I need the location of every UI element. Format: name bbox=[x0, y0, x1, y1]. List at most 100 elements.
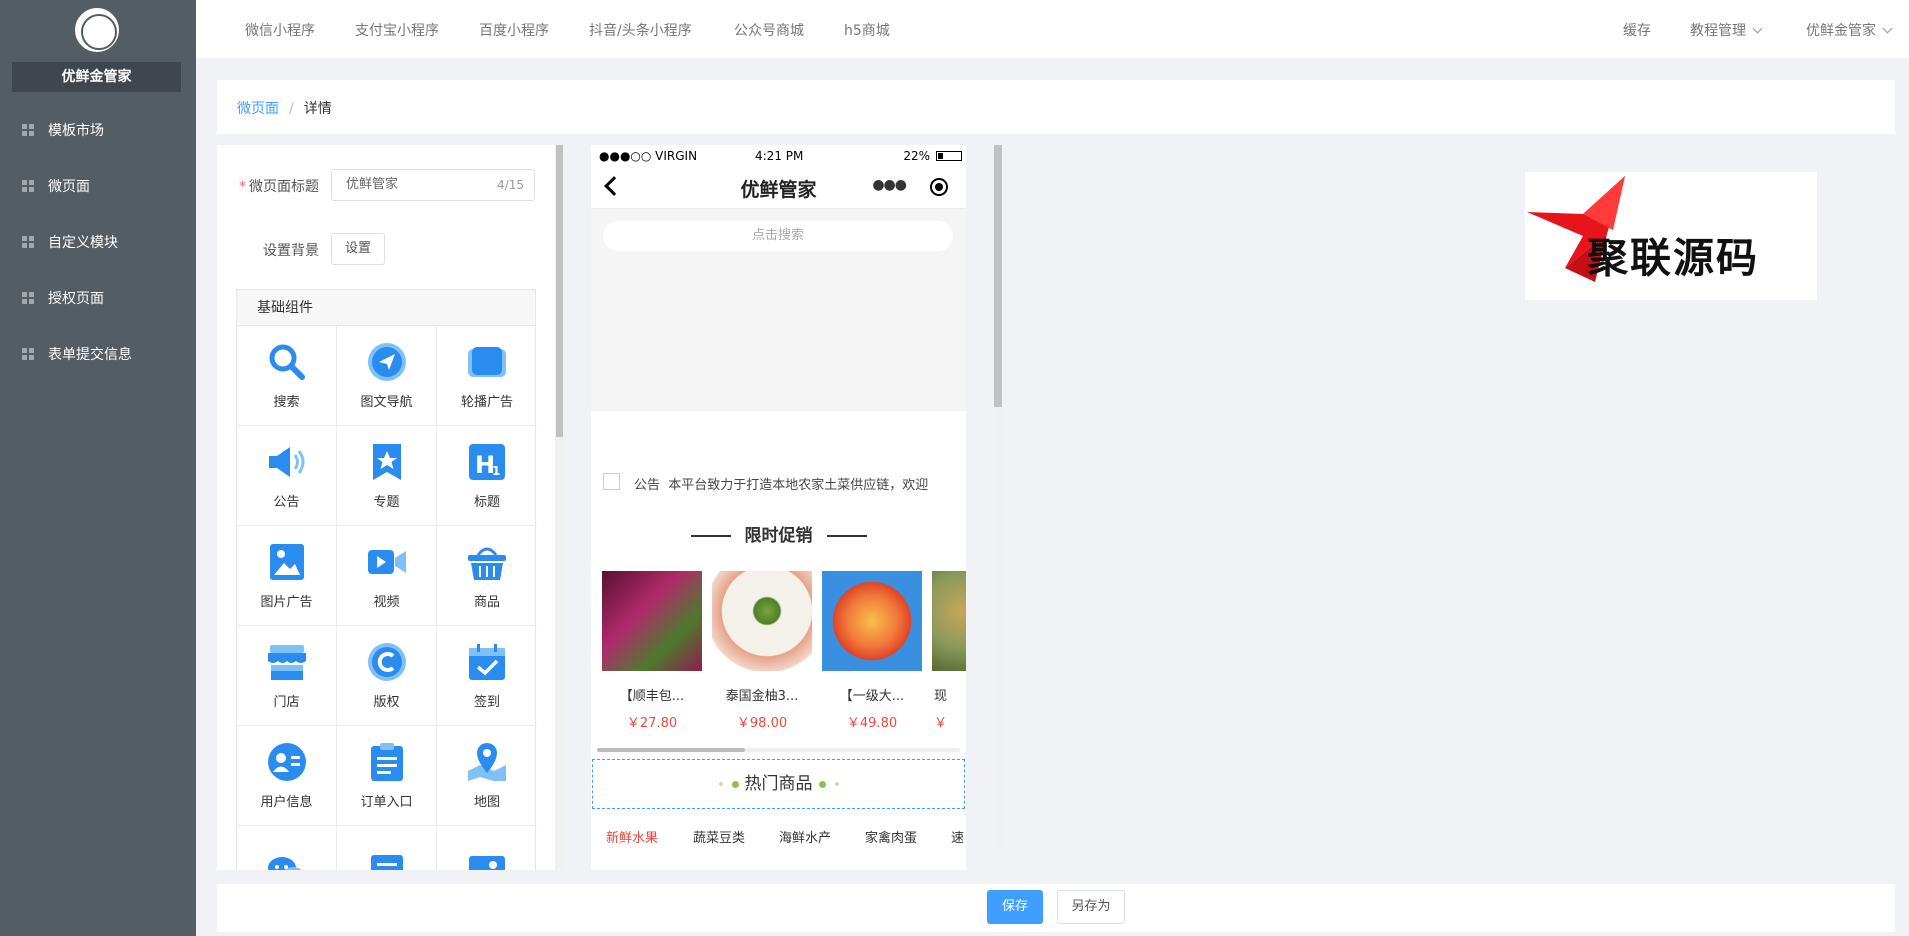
component-image-ad[interactable]: 图片广告 bbox=[237, 526, 337, 626]
component-document[interactable] bbox=[337, 826, 437, 870]
component-label: 图片广告 bbox=[260, 595, 313, 610]
component-notice[interactable]: 公告 bbox=[237, 426, 337, 526]
carousel-placeholder[interactable] bbox=[591, 263, 966, 411]
component-label: 公告 bbox=[273, 495, 300, 510]
set-background-button[interactable]: 设置 bbox=[331, 233, 385, 265]
component-label: 专题 bbox=[373, 495, 400, 510]
category-tab[interactable]: 速 bbox=[951, 827, 964, 846]
sidebar-item-auth-page[interactable]: 授权页面 bbox=[0, 270, 196, 326]
component-copyright[interactable]: 版权 bbox=[337, 626, 437, 726]
component-label: 签到 bbox=[473, 695, 500, 710]
user-menu-label: 优鲜金管家 bbox=[1806, 23, 1876, 39]
status-time: 4:21 PM bbox=[755, 149, 804, 163]
goods-horizontal-scrollbar[interactable] bbox=[597, 748, 960, 752]
goods-card[interactable]: 现 ￥ bbox=[932, 571, 966, 731]
sidebar-item-label: 授权页面 bbox=[48, 291, 104, 307]
page-title-counter: 4/15 bbox=[497, 178, 524, 192]
goods-name: 【顺丰包... bbox=[619, 689, 685, 704]
component-chat[interactable] bbox=[237, 826, 337, 870]
phone-search-area: 点击搜索 bbox=[591, 209, 966, 263]
basic-components: 基础组件 搜索 图文导航 轮播广告 公告 专题 H 1 标题 图片广告 视频 商… bbox=[236, 289, 537, 870]
component-goods[interactable]: 商品 bbox=[437, 526, 537, 626]
chevron-down-icon bbox=[1752, 23, 1763, 34]
component-video[interactable]: 视频 bbox=[337, 526, 437, 626]
category-tab[interactable]: 蔬菜豆类 bbox=[693, 827, 745, 846]
goods-card[interactable]: 泰国金柚3... ￥98.00 bbox=[712, 571, 812, 731]
carrier: ●●●○○ VIRGIN bbox=[599, 149, 698, 163]
hot-goods-title: 热门商品 bbox=[744, 774, 813, 794]
tab-official-account-mall[interactable]: 公众号商城 bbox=[734, 20, 804, 40]
goods-price: ￥98.00 bbox=[736, 716, 788, 731]
phone-page-title: 优鲜管家 bbox=[740, 179, 817, 201]
component-label: 标题 bbox=[473, 495, 500, 510]
star-icon bbox=[372, 444, 401, 480]
save-button[interactable]: 保存 bbox=[987, 890, 1043, 924]
component-order-entry[interactable]: 订单入口 bbox=[337, 726, 437, 826]
category-tab[interactable]: 家禽肉蛋 bbox=[865, 827, 917, 846]
save-as-button[interactable]: 另存为 bbox=[1057, 890, 1125, 924]
component-carousel[interactable]: 轮播广告 bbox=[437, 326, 537, 426]
tutorial-menu-label: 教程管理 bbox=[1690, 23, 1746, 39]
panel-scrollbar-thumb[interactable] bbox=[556, 145, 563, 437]
sidebar-item-micro-page[interactable]: 微页面 bbox=[0, 158, 196, 214]
goods-card[interactable]: 【顺丰包... ￥27.80 bbox=[602, 571, 702, 731]
basket-icon bbox=[468, 547, 506, 580]
component-store[interactable]: 门店 bbox=[237, 626, 337, 726]
tab-wechat-miniapp[interactable]: 微信小程序 bbox=[245, 20, 315, 40]
goods-card[interactable]: 【一级大... ￥49.80 bbox=[822, 571, 922, 731]
component-picture[interactable] bbox=[437, 826, 537, 870]
component-image-nav[interactable]: 图文导航 bbox=[337, 326, 437, 426]
more-icon[interactable]: ●●● bbox=[872, 177, 907, 193]
tab-h5-mall[interactable]: h5商城 bbox=[844, 20, 890, 40]
background-label: 设置背景 bbox=[263, 243, 319, 259]
component-grid: 搜索 图文导航 轮播广告 公告 专题 H1 标题 图片广告 视频 商品 门店 版… bbox=[237, 326, 537, 870]
category-tab[interactable]: 新鲜水果 bbox=[606, 827, 658, 846]
svg-text:1: 1 bbox=[492, 464, 500, 478]
goods-price: ￥ bbox=[934, 716, 948, 731]
calendar-check-icon bbox=[469, 644, 505, 680]
component-checkin[interactable]: 签到 bbox=[437, 626, 537, 726]
sidebar-item-custom-module[interactable]: 自定义模块 bbox=[0, 214, 196, 270]
tab-baidu-miniapp[interactable]: 百度小程序 bbox=[479, 20, 549, 40]
sidebar-item-label: 模板市场 bbox=[48, 123, 104, 139]
top-navigation: 微信小程序 支付宝小程序 百度小程序 抖音/头条小程序 公众号商城 h5商城 缓… bbox=[196, 0, 1909, 58]
phone-search-input[interactable]: 点击搜索 bbox=[603, 221, 953, 251]
preview-scrollbar[interactable] bbox=[994, 145, 1002, 850]
phone-nav-bar: 优鲜管家 ●●● bbox=[591, 167, 966, 209]
user-menu[interactable]: 优鲜金管家 bbox=[1806, 20, 1893, 40]
tutorial-menu[interactable]: 教程管理 bbox=[1690, 20, 1763, 40]
close-capsule-icon[interactable] bbox=[930, 178, 948, 196]
heading-icon: H1 bbox=[469, 444, 505, 480]
notice-bar[interactable]: 公告 本平台致力于打造本地农家土菜供应链，欢迎 bbox=[591, 467, 966, 497]
copyright-icon bbox=[367, 643, 406, 681]
app-logo bbox=[75, 8, 119, 52]
page-title-input[interactable]: 优鲜管家 4/15 bbox=[331, 169, 535, 201]
speaker-icon bbox=[268, 447, 304, 477]
grid-icon bbox=[22, 236, 34, 248]
map-pin-icon bbox=[468, 743, 506, 781]
sidebar-item-template-market[interactable]: 模板市场 bbox=[0, 102, 196, 158]
cache-link[interactable]: 缓存 bbox=[1623, 20, 1651, 40]
search-icon bbox=[269, 344, 305, 380]
component-user-info[interactable]: 用户信息 bbox=[237, 726, 337, 826]
document-icon bbox=[370, 854, 403, 870]
component-label: 视频 bbox=[373, 595, 400, 610]
tab-douyin-miniapp[interactable]: 抖音/头条小程序 bbox=[589, 20, 692, 40]
goods-image bbox=[932, 571, 966, 671]
component-label: 用户信息 bbox=[260, 795, 313, 810]
page-title-label: * 微页面标题 bbox=[239, 179, 319, 195]
component-map[interactable]: 地图 bbox=[437, 726, 537, 826]
grid-icon bbox=[22, 180, 34, 192]
component-search[interactable]: 搜索 bbox=[237, 326, 337, 426]
component-topic[interactable]: 专题 bbox=[337, 426, 437, 526]
grid-icon bbox=[22, 292, 34, 304]
category-tab[interactable]: 海鲜水产 bbox=[779, 827, 831, 846]
tab-alipay-miniapp[interactable]: 支付宝小程序 bbox=[355, 20, 439, 40]
breadcrumb-micro-page-link[interactable]: 微页面 bbox=[237, 101, 279, 117]
hot-goods-section[interactable]: 热门商品 bbox=[592, 759, 965, 809]
breadcrumb-separator: / bbox=[289, 101, 294, 117]
basic-components-header: 基础组件 bbox=[237, 290, 535, 326]
carousel-icon bbox=[468, 347, 506, 377]
component-heading[interactable]: H1 标题 bbox=[437, 426, 537, 526]
sidebar-item-form-submissions[interactable]: 表单提交信息 bbox=[0, 326, 196, 382]
